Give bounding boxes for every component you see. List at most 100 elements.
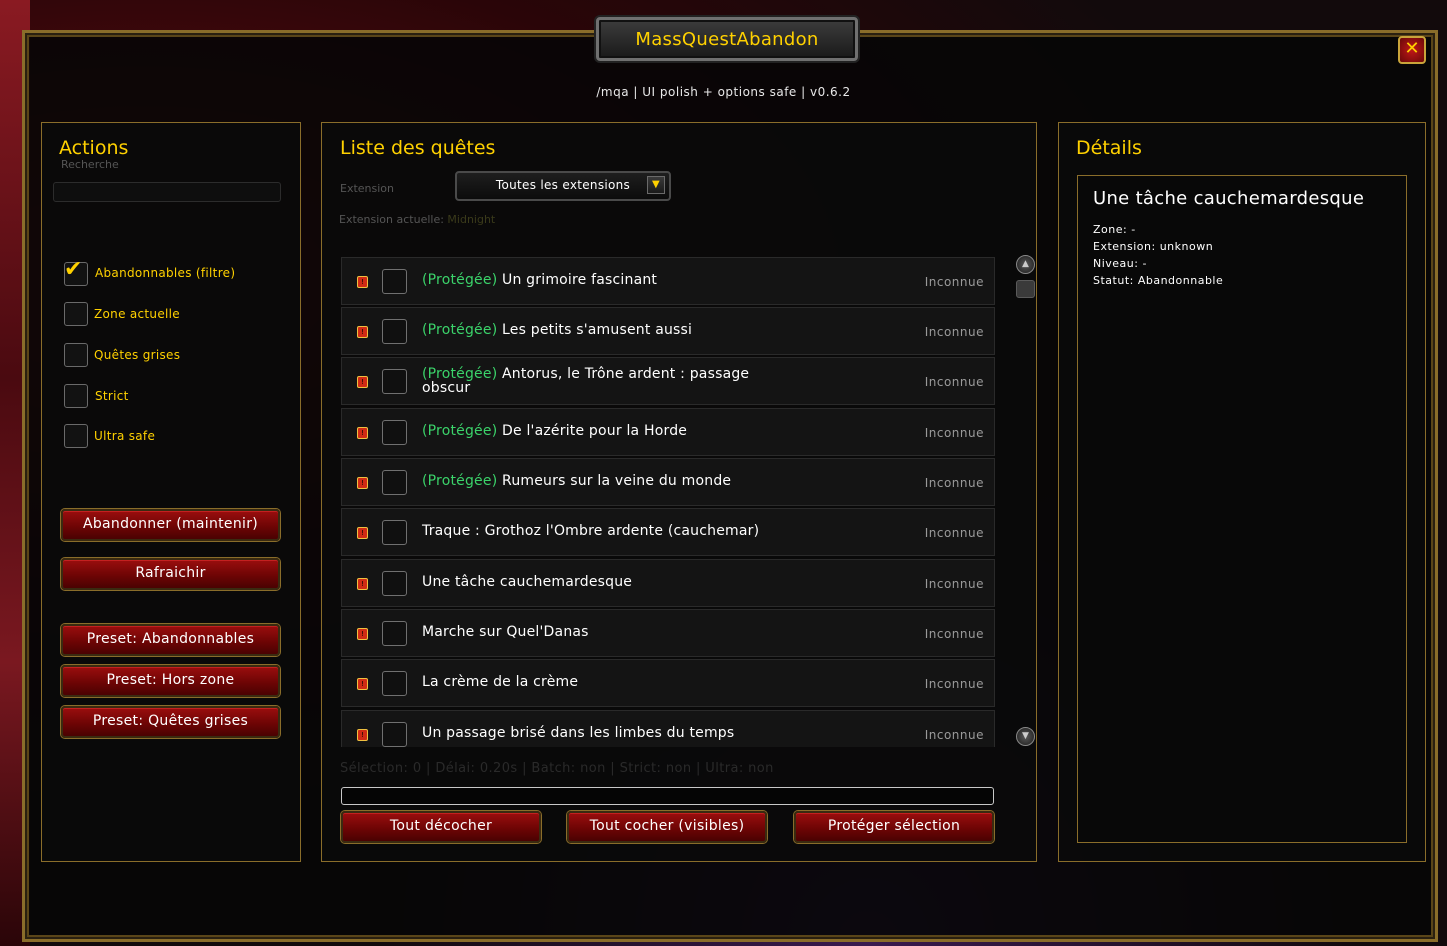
quest-title: (Protégée) Rumeurs sur la veine du monde [422, 474, 842, 488]
quest-title: (Protégée) De l'azérite pour la Horde [422, 424, 842, 438]
detail-status: Statut: Abandonnable [1093, 274, 1224, 287]
quest-row[interactable]: ! La crème de la crème Inconnue [341, 659, 995, 707]
preset-abandonables-button[interactable]: Preset: Abandonnables [61, 624, 280, 656]
quest-icon: ! [357, 326, 368, 338]
quest-title: (Protégée) Les petits s'amusent aussi [422, 323, 842, 337]
current-extension: Extension actuelle: Midnight [339, 213, 495, 226]
quest-icon: ! [357, 477, 368, 489]
quest-row[interactable]: ! (Protégée) Antorus, le Trône ardent : … [341, 357, 995, 405]
detail-extension: Extension: unknown [1093, 240, 1214, 253]
quest-icon: ! [357, 427, 368, 439]
quest-status: Inconnue [924, 275, 984, 289]
window-title: MassQuestAbandon [635, 28, 819, 50]
progress-bar [341, 787, 994, 805]
quest-row[interactable]: ! Une tâche cauchemardesque Inconnue [341, 559, 995, 607]
quest-status: Inconnue [924, 526, 984, 540]
details-title: Détails [1076, 137, 1142, 159]
title-plate: MassQuestAbandon [596, 17, 858, 61]
quest-name: Les petits s'amusent aussi [502, 322, 693, 338]
quest-title: (Protégée) Antorus, le Trône ardent : pa… [422, 367, 752, 395]
quest-status: Inconnue [924, 375, 984, 389]
abandon-button[interactable]: Abandonner (maintenir) [61, 509, 280, 541]
quest-icon: ! [357, 376, 368, 388]
quest-checkbox[interactable] [382, 621, 407, 646]
quest-title: Une tâche cauchemardesque [422, 574, 633, 590]
extension-dropdown-value: Toutes les extensions [495, 178, 631, 192]
quest-title: Un passage brisé dans les limbes du temp… [422, 725, 735, 741]
current-extension-label: Extension actuelle: [339, 213, 448, 226]
quest-row[interactable]: ! (Protégée) Rumeurs sur la veine du mon… [341, 458, 995, 506]
quest-checkbox[interactable] [382, 319, 407, 344]
quest-status: Inconnue [924, 426, 984, 440]
quest-row[interactable]: ! (Protégée) Un grimoire fascinant Incon… [341, 257, 995, 305]
quest-icon: ! [357, 628, 368, 640]
quest-name: De l'azérite pour la Horde [502, 423, 688, 439]
protect-selection-button[interactable]: Protéger sélection [794, 811, 994, 843]
quest-row[interactable]: ! Traque : Grothoz l'Ombre ardente (cauc… [341, 508, 995, 556]
quest-checkbox[interactable] [382, 369, 407, 394]
chevron-down-icon: ▼ [647, 176, 665, 194]
quest-status: Inconnue [924, 476, 984, 490]
window-subtitle: /mqa | UI polish + options safe | v0.6.2 [596, 85, 851, 99]
uncheck-all-button[interactable]: Tout décocher [341, 811, 541, 843]
actions-panel [41, 122, 301, 862]
extension-dropdown[interactable]: Toutes les extensions ▼ [455, 171, 671, 201]
search-input[interactable] [53, 182, 281, 202]
quest-name: Rumeurs sur la veine du monde [502, 473, 732, 489]
scrollbar-thumb[interactable] [1016, 280, 1035, 298]
quest-checkbox[interactable] [382, 671, 407, 696]
checkbox-current-zone[interactable] [64, 302, 88, 326]
checkbox-abandonables[interactable]: ✔ [64, 257, 88, 286]
checkbox-label: Quêtes grises [94, 348, 181, 362]
checkbox-label: Ultra safe [94, 429, 156, 443]
quest-name: Un grimoire fascinant [502, 272, 658, 288]
extension-label: Extension [340, 182, 395, 195]
quest-icon: ! [357, 578, 368, 590]
checkbox-grey-quests[interactable] [64, 343, 88, 367]
quest-status: Inconnue [924, 677, 984, 691]
quest-status: Inconnue [924, 577, 984, 591]
scroll-down-icon[interactable]: ▼ [1016, 727, 1035, 746]
quest-checkbox[interactable] [382, 470, 407, 495]
checkbox-label: Zone actuelle [94, 307, 180, 321]
quest-title: Traque : Grothoz l'Ombre ardente (cauche… [422, 523, 760, 539]
quest-icon: ! [357, 678, 368, 690]
checkbox-label: Strict [95, 389, 129, 403]
preset-grey-button[interactable]: Preset: Quêtes grises [61, 706, 280, 738]
quest-icon: ! [357, 276, 368, 288]
close-icon: ✕ [1404, 38, 1420, 59]
quest-row[interactable]: ! (Protégée) De l'azérite pour la Horde … [341, 408, 995, 456]
current-extension-value: Midnight [447, 213, 496, 226]
quest-status: Inconnue [924, 325, 984, 339]
quest-status: Inconnue [924, 728, 984, 742]
quest-checkbox[interactable] [382, 420, 407, 445]
quest-status: Inconnue [924, 627, 984, 641]
quest-row[interactable]: ! (Protégée) Les petits s'amusent aussi … [341, 307, 995, 355]
quest-icon: ! [357, 729, 368, 741]
close-button[interactable]: ✕ [1398, 36, 1426, 64]
scroll-up-icon[interactable]: ▲ [1016, 255, 1035, 274]
quest-checkbox[interactable] [382, 722, 407, 747]
checkbox-strict[interactable] [64, 384, 88, 408]
actions-title: Actions [59, 137, 129, 159]
quest-row[interactable]: ! Un passage brisé dans les limbes du te… [341, 710, 995, 747]
quest-list: ! (Protégée) Un grimoire fascinant Incon… [341, 255, 995, 747]
selection-status: Sélection: 0 | Délai: 0.20s | Batch: non… [340, 761, 774, 776]
refresh-button[interactable]: Rafraichir [61, 558, 280, 590]
quest-title: (Protégée) Un grimoire fascinant [422, 273, 842, 287]
detail-quest-title: Une tâche cauchemardesque [1093, 188, 1365, 209]
protected-tag: (Protégée) [422, 473, 498, 489]
preset-outzone-button[interactable]: Preset: Hors zone [61, 665, 280, 697]
check-visible-button[interactable]: Tout cocher (visibles) [567, 811, 767, 843]
quest-checkbox[interactable] [382, 520, 407, 545]
checkbox-label: Abandonnables (filtre) [95, 266, 236, 280]
quest-checkbox[interactable] [382, 269, 407, 294]
protected-tag: (Protégée) [422, 423, 498, 439]
quest-checkbox[interactable] [382, 571, 407, 596]
checkmark-icon: ✔ [64, 257, 83, 282]
protected-tag: (Protégée) [422, 272, 498, 288]
quest-icon: ! [357, 527, 368, 539]
quest-title: Marche sur Quel'Danas [422, 624, 589, 640]
checkbox-ultra-safe[interactable] [64, 424, 88, 448]
quest-row[interactable]: ! Marche sur Quel'Danas Inconnue [341, 609, 995, 657]
